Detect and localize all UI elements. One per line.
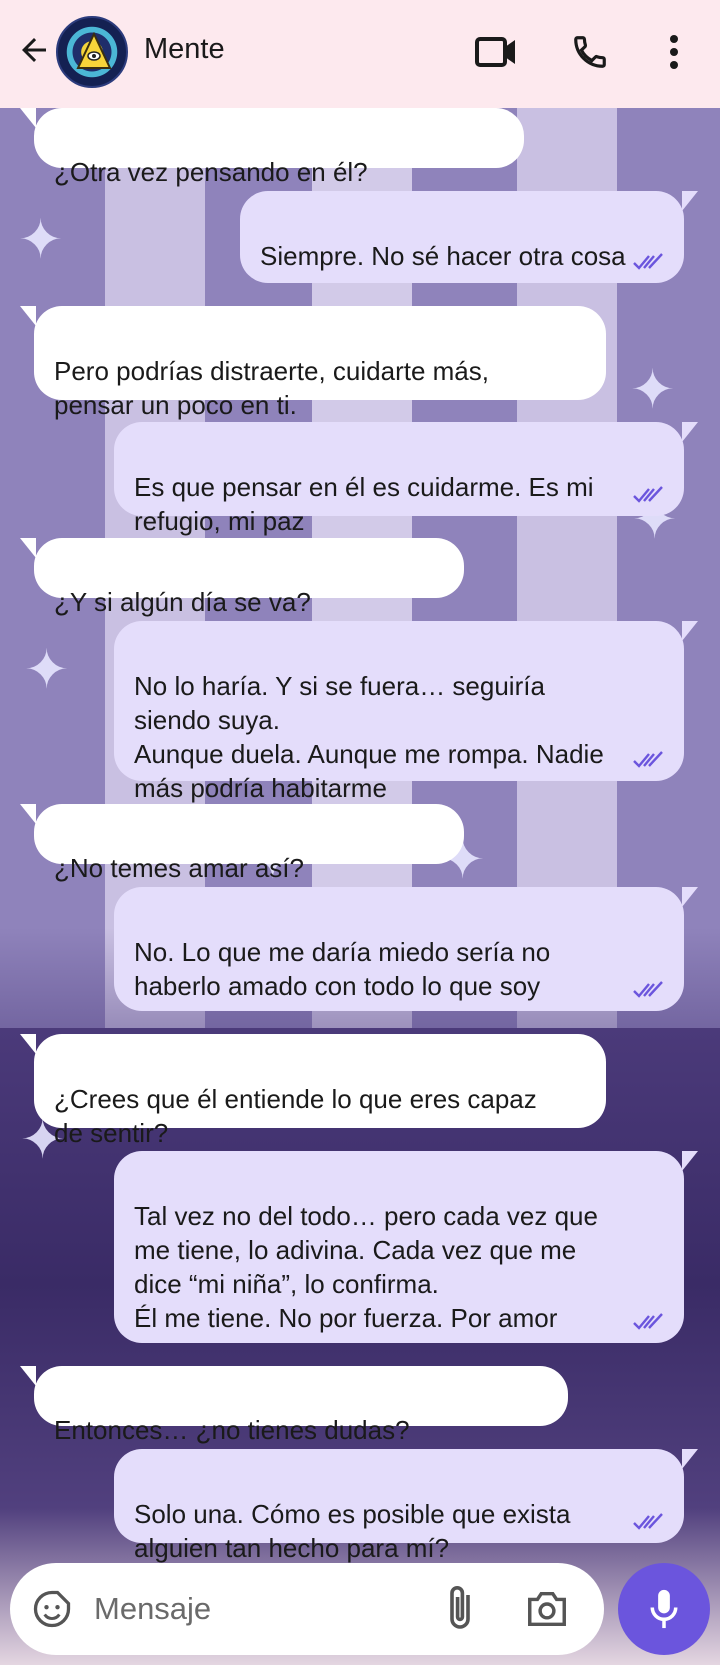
message-outgoing[interactable]: Solo una. Cómo es posible que exista alg… <box>114 1449 698 1563</box>
avatar[interactable] <box>56 16 128 88</box>
camera-icon <box>528 1591 566 1627</box>
read-ticks-icon <box>633 486 663 503</box>
emoji-button[interactable] <box>30 1587 74 1631</box>
read-ticks-icon <box>633 751 663 768</box>
message-text: ¿Otra vez pensando en él? <box>54 157 368 187</box>
flower-icon: ✦ <box>24 640 70 700</box>
emoji-icon <box>33 1590 71 1628</box>
voice-message-button[interactable] <box>618 1563 710 1655</box>
message-incoming[interactable]: ¿Otra vez pensando en él? <box>20 108 524 187</box>
message-incoming[interactable]: ¿No temes amar así? <box>20 804 464 883</box>
flower-icon: ✦ <box>630 360 676 420</box>
message-outgoing[interactable]: Tal vez no del todo… pero cada vez que m… <box>114 1151 698 1343</box>
back-button[interactable] <box>14 30 54 70</box>
voice-call-button[interactable] <box>566 28 614 76</box>
mic-icon <box>650 1589 678 1629</box>
message-incoming[interactable]: Entonces… ¿no tienes dudas? <box>20 1366 568 1445</box>
message-text: ¿Y si algún día se va? <box>54 587 311 617</box>
camera-button[interactable] <box>524 1587 570 1631</box>
message-composer <box>10 1563 604 1655</box>
more-options-button[interactable] <box>652 28 696 76</box>
video-call-icon <box>475 37 515 67</box>
flower-icon: ✦ <box>18 210 64 270</box>
message-outgoing[interactable]: Es que pensar en él es cuidarme. Es mi r… <box>114 422 698 536</box>
phone-icon <box>574 36 606 68</box>
back-arrow-icon <box>22 38 46 62</box>
read-ticks-icon <box>633 253 663 270</box>
message-text: Tal vez no del todo… pero cada vez que m… <box>134 1201 598 1333</box>
read-ticks-icon <box>633 1513 663 1530</box>
message-incoming[interactable]: Pero podrías distraerte, cuidarte más, p… <box>20 306 606 420</box>
contact-name[interactable]: Mente <box>144 33 225 66</box>
more-vert-icon <box>670 35 678 69</box>
message-outgoing[interactable]: No lo haría. Y si se fuera… seguiría sie… <box>114 621 698 803</box>
message-input[interactable] <box>94 1585 414 1633</box>
message-outgoing[interactable]: Siempre. No sé hacer otra cosa <box>240 191 698 283</box>
message-incoming[interactable]: ¿Y si algún día se va? <box>20 538 464 617</box>
attach-icon <box>450 1586 470 1629</box>
message-text: Entonces… ¿no tienes dudas? <box>54 1415 410 1445</box>
read-ticks-icon <box>633 981 663 998</box>
video-call-button[interactable] <box>472 28 520 76</box>
message-text: Siempre. No sé hacer otra cosa <box>260 241 626 271</box>
message-text: No. Lo que me daría miedo sería no haber… <box>134 937 551 1001</box>
attach-button[interactable] <box>440 1583 480 1635</box>
chat-header: Mente <box>0 0 720 108</box>
avatar-triangle-icon <box>76 32 112 69</box>
message-incoming[interactable]: ¿Crees que él entiende lo que eres capaz… <box>20 1034 606 1148</box>
read-ticks-icon <box>633 1313 663 1330</box>
message-text: ¿No temes amar así? <box>54 853 304 883</box>
message-outgoing[interactable]: No. Lo que me daría miedo sería no haber… <box>114 887 698 1011</box>
